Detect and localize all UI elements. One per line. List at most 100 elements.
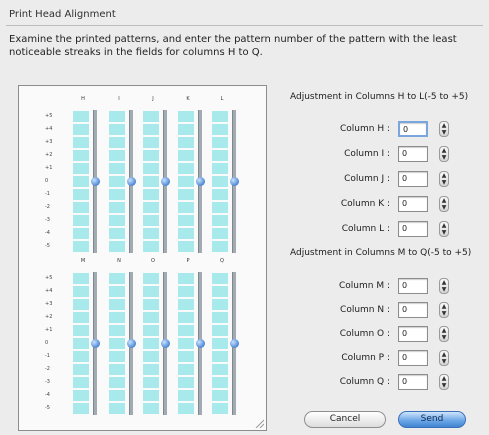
slider-thumb-q[interactable] <box>230 339 239 348</box>
column-n-label: Column N : <box>340 305 390 315</box>
pattern-swatch <box>109 176 125 187</box>
stepper-up-icon[interactable]: ▲ <box>440 222 448 229</box>
stepper-down-icon[interactable]: ▼ <box>440 334 448 341</box>
pattern-swatch <box>109 228 125 239</box>
pattern-swatch <box>73 364 89 375</box>
column-i-stepper[interactable]: ▲ ▼ <box>439 146 449 162</box>
pattern-swatch <box>109 364 125 375</box>
level-label: -4 <box>45 392 50 398</box>
pattern-swatch <box>212 273 228 284</box>
column-q-label: Column Q : <box>339 377 390 387</box>
pattern-swatch <box>73 403 89 414</box>
stepper-down-icon[interactable]: ▼ <box>440 179 448 186</box>
stepper-up-icon[interactable]: ▲ <box>440 327 448 334</box>
pattern-swatch <box>73 163 89 174</box>
stepper-up-icon[interactable]: ▲ <box>440 375 448 382</box>
pattern-swatch <box>212 150 228 161</box>
pattern-swatch <box>212 176 228 187</box>
stepper-up-icon[interactable]: ▲ <box>440 351 448 358</box>
pattern-swatch <box>178 241 194 252</box>
stepper-down-icon[interactable]: ▼ <box>440 204 448 211</box>
pattern-strip-i <box>109 110 125 253</box>
column-n-stepper[interactable]: ▲ ▼ <box>439 302 449 318</box>
slider-thumb-i[interactable] <box>127 177 136 186</box>
section-heading-h-l: Adjustment in Columns H to L(-5 to +5) <box>290 92 469 102</box>
stepper-up-icon[interactable]: ▲ <box>440 172 448 179</box>
pattern-swatch <box>73 299 89 310</box>
column-p-label: Column P : <box>341 353 390 363</box>
pattern-swatch <box>178 111 194 122</box>
stepper-up-icon[interactable]: ▲ <box>440 197 448 204</box>
pattern-strip-m <box>73 272 89 415</box>
column-q-field[interactable]: 0 <box>398 374 428 390</box>
level-label: 0 <box>45 340 49 346</box>
slider-thumb-k[interactable] <box>196 177 205 186</box>
pattern-swatch <box>143 273 159 284</box>
stepper-down-icon[interactable]: ▼ <box>440 129 448 136</box>
stepper-down-icon[interactable]: ▼ <box>440 229 448 236</box>
pattern-swatch <box>143 377 159 388</box>
column-i-field[interactable]: 0 <box>398 146 428 162</box>
column-letter-p: P <box>186 258 190 264</box>
column-m-label: Column M : <box>339 281 390 291</box>
slider-thumb-h[interactable] <box>91 177 100 186</box>
pattern-swatch <box>143 241 159 252</box>
stepper-down-icon[interactable]: ▼ <box>440 286 448 293</box>
pattern-swatch <box>178 364 194 375</box>
pattern-strip-h <box>73 110 89 253</box>
level-label: +3 <box>45 139 53 145</box>
pattern-swatch <box>212 137 228 148</box>
column-j-stepper[interactable]: ▲ ▼ <box>439 171 449 187</box>
resize-grip-icon[interactable] <box>254 418 264 428</box>
stepper-down-icon[interactable]: ▼ <box>440 154 448 161</box>
column-p-stepper[interactable]: ▲ ▼ <box>439 350 449 366</box>
pattern-swatch <box>73 137 89 148</box>
column-n-field[interactable]: 0 <box>398 302 428 318</box>
slider-thumb-l[interactable] <box>230 177 239 186</box>
column-o-stepper[interactable]: ▲ ▼ <box>439 326 449 342</box>
column-m-field[interactable]: 0 <box>398 278 428 294</box>
stepper-down-icon[interactable]: ▼ <box>440 310 448 317</box>
column-l-field[interactable]: 0 <box>398 221 428 237</box>
stepper-down-icon[interactable]: ▼ <box>440 358 448 365</box>
column-k-field[interactable]: 0 <box>398 196 428 212</box>
column-m-stepper[interactable]: ▲ ▼ <box>439 278 449 294</box>
pattern-strip-j <box>143 110 159 253</box>
column-h-field[interactable]: 0 <box>398 121 428 137</box>
column-q-stepper[interactable]: ▲ ▼ <box>439 374 449 390</box>
column-j-field[interactable]: 0 <box>398 171 428 187</box>
pattern-swatch <box>212 299 228 310</box>
column-l-stepper[interactable]: ▲ ▼ <box>439 221 449 237</box>
stepper-up-icon[interactable]: ▲ <box>440 122 448 129</box>
pattern-swatch <box>143 364 159 375</box>
pattern-swatch <box>73 228 89 239</box>
pattern-swatch <box>212 163 228 174</box>
pattern-swatch <box>212 202 228 213</box>
instructions-text: Examine the printed patterns, and enter … <box>9 34 457 58</box>
slider-thumb-p[interactable] <box>196 339 205 348</box>
pattern-strip-k <box>178 110 194 253</box>
pattern-swatch <box>109 163 125 174</box>
pattern-swatch <box>143 215 159 226</box>
pattern-swatch <box>178 228 194 239</box>
pattern-swatch <box>143 312 159 323</box>
column-k-stepper[interactable]: ▲ ▼ <box>439 196 449 212</box>
column-j-label: Column J : <box>344 174 390 184</box>
slider-thumb-o[interactable] <box>161 339 170 348</box>
stepper-down-icon[interactable]: ▼ <box>440 382 448 389</box>
column-letters: H I J K L <box>19 96 266 106</box>
slider-thumb-n[interactable] <box>127 339 136 348</box>
column-o-field[interactable]: 0 <box>398 326 428 342</box>
stepper-up-icon[interactable]: ▲ <box>440 147 448 154</box>
slider-thumb-j[interactable] <box>161 177 170 186</box>
slider-thumb-m[interactable] <box>91 339 100 348</box>
cancel-button[interactable]: Cancel <box>304 411 386 428</box>
stepper-up-icon[interactable]: ▲ <box>440 303 448 310</box>
column-h-stepper[interactable]: ▲ ▼ <box>439 121 449 137</box>
pattern-swatch <box>143 111 159 122</box>
stepper-up-icon[interactable]: ▲ <box>440 279 448 286</box>
send-button[interactable]: Send <box>398 411 466 428</box>
pattern-swatch <box>73 111 89 122</box>
column-p-field[interactable]: 0 <box>398 350 428 366</box>
pattern-swatch <box>73 150 89 161</box>
